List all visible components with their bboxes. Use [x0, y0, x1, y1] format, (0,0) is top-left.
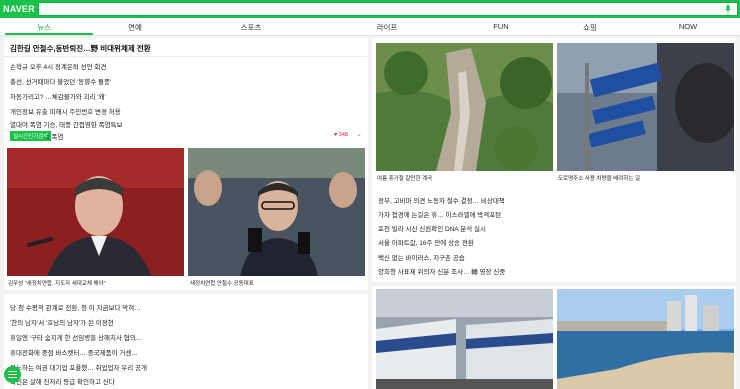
news-photo[interactable] — [7, 148, 184, 276]
active-tab-indicator — [5, 33, 93, 35]
news-card-right-secondary — [372, 286, 736, 389]
news-photo[interactable] — [376, 289, 553, 389]
news-item[interactable]: 분노하는 여권 대기업 포퓰했… 취업업자 우리 공개 — [10, 362, 147, 372]
news-photo[interactable] — [376, 43, 553, 171]
news-item[interactable]: 개인정보 유출 피해시 주민번호 변경 허용 — [10, 106, 121, 116]
tab-news[interactable]: 뉴스 — [37, 22, 51, 33]
menu-button[interactable] — [4, 366, 21, 383]
photo-caption[interactable]: 도로명주소 사용 차량을 배려하는 길 — [558, 174, 640, 182]
tab-life[interactable]: 라이프 — [377, 22, 398, 33]
hamburger-icon-line — [8, 377, 17, 379]
tab-sports[interactable]: 스포츠 — [241, 22, 262, 33]
realtime-search-keyword[interactable]: 1 폭염 — [46, 131, 63, 141]
news-item[interactable]: 백신 없는 바이러스, 지구촌 공습 — [378, 252, 465, 262]
news-photo[interactable] — [188, 148, 365, 276]
hamburger-icon — [8, 371, 17, 373]
naver-logo[interactable]: NAVER — [3, 4, 35, 14]
divider — [4, 56, 368, 57]
news-item[interactable]: 당·청 수평적 관계로 전환, 청 이 지금보다 막혀… — [10, 302, 141, 312]
photo-caption[interactable]: 새정치연합 안철수 공동대표 — [190, 279, 254, 287]
search-input[interactable] — [38, 2, 738, 16]
news-item[interactable]: 자동가리고? …체감물가와 괴리 '왜' — [10, 91, 106, 101]
news-item[interactable]: 가자 접경에 논길은 휴… 이스라엘에 박격포탄 — [378, 209, 501, 219]
news-item[interactable]: '한의 남자'서 '호남의 남자'가 된 이정현 — [10, 317, 114, 327]
news-item[interactable]: 휴대전화에 중점 바스켓터… 중국제품이 거센… — [10, 347, 138, 357]
news-item[interactable]: 정부, 고비마 의견 노동자 철수 결정… 비상대책 — [378, 195, 505, 205]
news-item[interactable]: 손학규 오후 4시 정계은퇴 선언 회견 — [10, 61, 106, 71]
chevron-down-icon[interactable]: ⌄ — [356, 130, 362, 138]
news-card-right: 여름 휴가철 갈만한 계곡 도로명주소 사용 차량을 배려하는 길 정부, 고비… — [372, 38, 736, 282]
news-item[interactable]: 양희청 사표제 위의자 신분 조사… 轉 영장 신중 — [378, 266, 505, 276]
photo-caption[interactable]: 여름 휴가철 갈만한 계곡 — [377, 174, 432, 182]
photo-caption[interactable]: 김무성 "새정치연합, 지도자 세대교체 해야" — [8, 279, 106, 287]
news-item[interactable]: 열대야 폭염 기승, 태풍 간접영향 폭염특보 — [10, 119, 123, 129]
news-card-left: 김한길 안철수,동반퇴진…野 비대위체제 전환 손학규 오후 4시 정계은퇴 선… — [4, 38, 368, 290]
category-tab-bar: 뉴스 연예 스포츠 라이프 FUN 쇼핑 NOW — [0, 18, 740, 36]
news-item[interactable]: 총선, 선거때마다 불었던 '동향수 돌풍' — [10, 76, 111, 86]
news-item[interactable]: 휴일엔 '구타 숨지게 한 선임병들 상해치사 혐의… — [10, 332, 142, 342]
valley-landscape-image — [376, 43, 553, 171]
tab-entertainment[interactable]: 연예 — [128, 22, 142, 33]
news-item[interactable]: 국민은 살해 진저리 등급 확인하고 신다 — [10, 376, 115, 386]
press-conference-image — [7, 148, 184, 276]
news-item[interactable]: 포천 빌라 시신 신원확인 DNA 분석 실시 — [378, 223, 486, 233]
press-scrum-image — [188, 148, 365, 276]
road-sign-image — [557, 43, 734, 171]
news-photo[interactable] — [557, 43, 734, 171]
beach-city-image — [557, 289, 734, 389]
tab-shopping[interactable]: 쇼핑 — [583, 22, 597, 33]
tab-now[interactable]: NOW — [679, 22, 697, 31]
news-photo[interactable] — [557, 289, 734, 389]
top-headline[interactable]: 김한길 안철수,동반퇴진…野 비대위체제 전환 — [10, 43, 151, 54]
news-card-left-secondary: 당·청 수평적 관계로 전환, 청 이 지금보다 막혀… '한의 남자'서 '호… — [4, 294, 368, 389]
news-item[interactable]: 서울 아파트값, 16주 만에 상승 전환 — [378, 237, 474, 247]
train-station-image — [376, 289, 553, 389]
top-bar: NAVER — [0, 0, 740, 18]
tab-fun[interactable]: FUN — [493, 22, 508, 31]
microphone-icon[interactable] — [725, 5, 731, 14]
like-count[interactable]: ♥ 348 — [334, 132, 348, 138]
hamburger-icon-line — [8, 374, 17, 376]
